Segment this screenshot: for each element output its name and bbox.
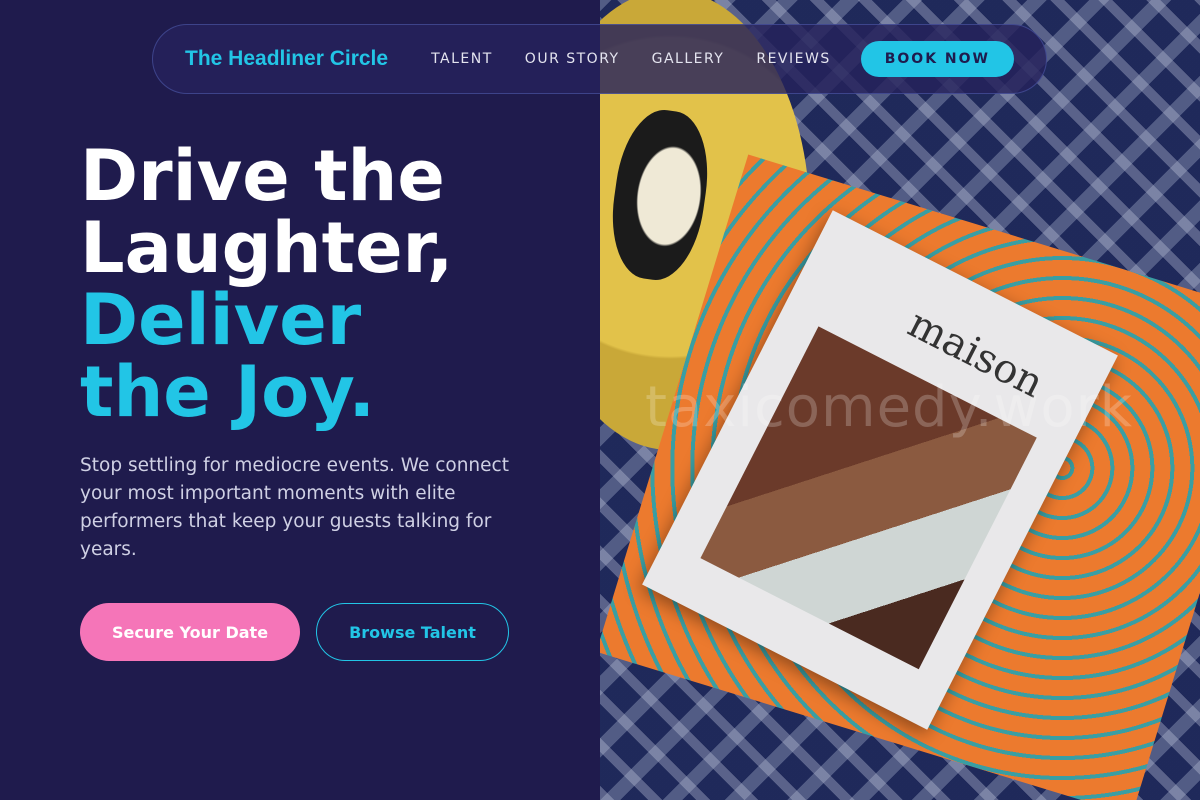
hero-description: Stop settling for mediocre events. We co…	[80, 455, 509, 560]
headline-line-1: Drive the	[80, 135, 445, 217]
hero-image: maison taxicomedy.work	[600, 0, 1200, 800]
headline-line-2: Laughter,	[80, 207, 454, 289]
nav-link-our-story[interactable]: OUR STORY	[525, 51, 620, 67]
watermark: taxicomedy.work	[645, 375, 1134, 440]
navbar: The Headliner Circle TALENT OUR STORY GA…	[152, 24, 1047, 94]
headline-accent-2: the Joy.	[80, 351, 376, 433]
book-now-button[interactable]: BOOK NOW	[860, 41, 1014, 77]
headline-accent-1: Deliver	[80, 279, 362, 361]
nav-link-talent[interactable]: TALENT	[431, 51, 493, 67]
brand-logo[interactable]: The Headliner Circle	[185, 47, 388, 71]
nav-links: TALENT OUR STORY GALLERY REVIEWS	[431, 51, 831, 67]
browse-talent-button[interactable]: Browse Talent	[316, 603, 509, 661]
nav-link-gallery[interactable]: GALLERY	[652, 51, 725, 67]
hero-headline: Drive the Laughter, Deliver the Joy.	[80, 140, 453, 428]
nav-link-reviews[interactable]: REVIEWS	[756, 51, 830, 67]
secure-your-date-button[interactable]: Secure Your Date	[80, 603, 300, 661]
